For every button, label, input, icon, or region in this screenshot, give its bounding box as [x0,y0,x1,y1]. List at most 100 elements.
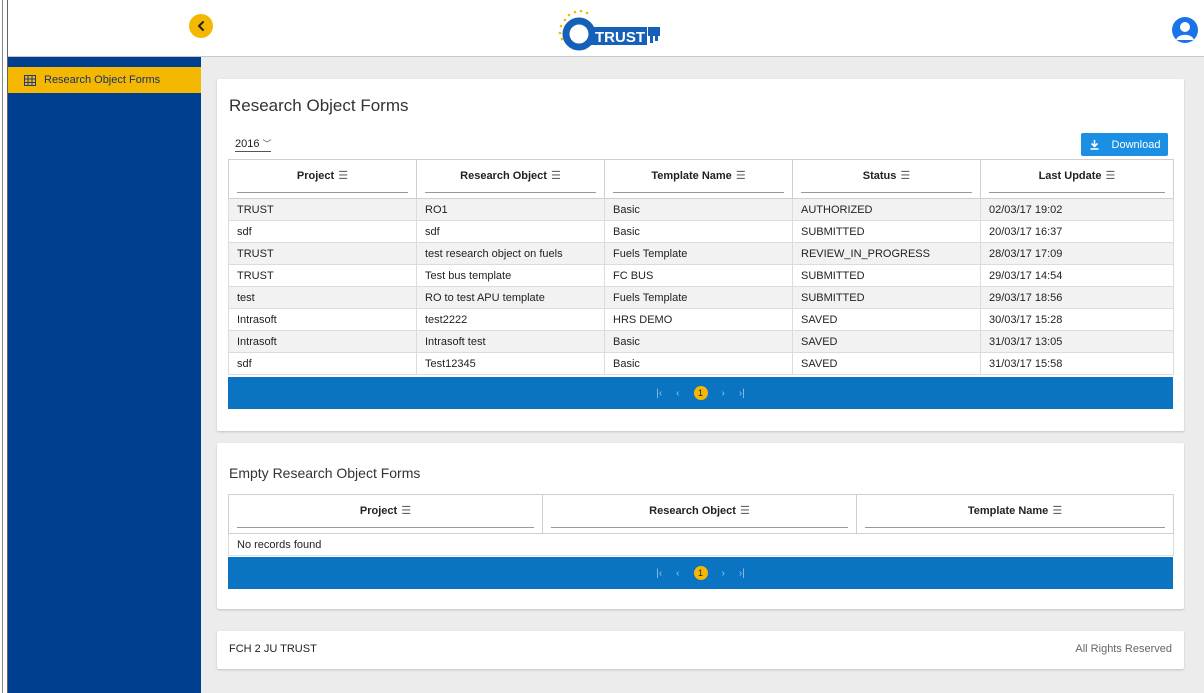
table-row[interactable]: TRUST Test bus template FC BUS SUBMITTED… [228,264,1174,287]
cell-project: Intrasoft [228,330,417,353]
cell-status: SUBMITTED [792,286,981,309]
sort-icon[interactable]: ☰ [1052,504,1062,517]
sidebar: Research Object Forms [8,57,201,693]
cell-research-object: test2222 [416,308,605,331]
grid-icon [24,74,36,86]
cell-research-object: sdf [416,220,605,243]
table-row-empty: No records found [228,533,1174,556]
sort-icon[interactable]: ☰ [740,504,750,517]
table-row[interactable]: test RO to test APU template Fuels Templ… [228,286,1174,309]
next-page-button[interactable]: › [722,568,725,579]
column-header-label: Project [359,504,398,517]
sort-icon[interactable]: ☰ [401,504,411,517]
cell-template-name: Basic [604,220,793,243]
research-object-forms-card: Research Object Forms 2016 ﹀ Download Pr… [217,79,1184,431]
window-left-border [0,0,8,693]
column-header-status[interactable]: Status ☰ [792,159,981,199]
cell-research-object: Test12345 [416,352,605,375]
table-row[interactable]: sdf sdf Basic SUBMITTED 20/03/17 16:37 [228,220,1174,243]
table-header-row: Project ☰ Research Object ☰ Template Name ☰ [228,494,1174,534]
column-header-label: Last Update [1038,169,1102,182]
sort-icon[interactable]: ☰ [1106,169,1116,182]
cell-project: Intrasoft [228,308,417,331]
cell-last-update: 29/03/17 14:54 [980,264,1174,287]
sort-icon[interactable]: ☰ [900,169,910,182]
footer-right-text: All Rights Reserved [1075,643,1172,655]
cell-status: SAVED [792,352,981,375]
table-row[interactable]: Intrasoft test2222 HRS DEMO SAVED 30/03/… [228,308,1174,331]
cell-template-name: Fuels Template [604,286,793,309]
table-header-row: Project ☰ Research Object ☰ Template Name ☰… [228,159,1174,199]
cell-last-update: 31/03/17 15:58 [980,352,1174,375]
sidebar-item-label: Research Object Forms [44,74,161,86]
forms-paginator: |‹ ‹ 1 › ›| [228,377,1173,409]
column-filter-input[interactable] [989,192,1165,193]
trust-logo: TRUST [553,6,673,52]
sort-icon[interactable]: ☰ [551,169,561,182]
column-header-label: Research Object [649,504,736,517]
column-header-label: Template Name [967,504,1049,517]
logo-text: TRUST [595,29,645,46]
cell-last-update: 02/03/17 19:02 [980,198,1174,221]
column-filter-input[interactable] [865,527,1165,528]
cell-project: TRUST [228,198,417,221]
sidebar-collapse-button[interactable] [189,14,213,38]
chevron-left-icon [198,21,204,31]
first-page-button[interactable]: |‹ [656,568,662,579]
empty-forms-paginator: |‹ ‹ 1 › ›| [228,557,1173,589]
column-filter-input[interactable] [425,192,596,193]
column-header-research-object[interactable]: Research Object ☰ [542,494,857,534]
table-row[interactable]: sdf Test12345 Basic SAVED 31/03/17 15:58 [228,352,1174,375]
column-header-research-object[interactable]: Research Object ☰ [416,159,605,199]
sort-icon[interactable]: ☰ [736,169,746,182]
table-row[interactable]: TRUST test research object on fuels Fuel… [228,242,1174,265]
footer: FCH 2 JU TRUST All Rights Reserved [217,631,1184,669]
cell-project: TRUST [228,242,417,265]
table-row[interactable]: TRUST RO1 Basic AUTHORIZED 02/03/17 19:0… [228,198,1174,221]
column-header-project[interactable]: Project ☰ [228,159,417,199]
sort-icon[interactable]: ☰ [338,169,348,182]
prev-page-button[interactable]: ‹ [676,568,679,579]
column-filter-input[interactable] [613,192,784,193]
cell-research-object: Test bus template [416,264,605,287]
column-filter-input[interactable] [801,192,972,193]
cell-template-name: Basic [604,198,793,221]
user-avatar-icon[interactable] [1172,17,1198,43]
cell-last-update: 28/03/17 17:09 [980,242,1174,265]
column-header-project[interactable]: Project ☰ [228,494,543,534]
page-number-button[interactable]: 1 [693,566,708,580]
column-header-label: Research Object [460,169,547,182]
cell-status: SUBMITTED [792,220,981,243]
cell-last-update: 29/03/17 18:56 [980,286,1174,309]
prev-page-button[interactable]: ‹ [676,388,679,399]
empty-message: No records found [228,533,1174,556]
last-page-button[interactable]: ›| [739,388,745,399]
top-bar: TRUST [8,0,1204,57]
column-header-template-name[interactable]: Template Name ☰ [604,159,793,199]
first-page-button[interactable]: |‹ [656,388,662,399]
cell-status: SUBMITTED [792,264,981,287]
sidebar-item-research-object-forms[interactable]: Research Object Forms [8,67,201,93]
forms-table: Project ☰ Research Object ☰ Template Name ☰… [228,159,1174,375]
column-header-template-name[interactable]: Template Name ☰ [856,494,1174,534]
cell-status: REVIEW_IN_PROGRESS [792,242,981,265]
cell-last-update: 31/03/17 13:05 [980,330,1174,353]
column-filter-input[interactable] [237,527,534,528]
next-page-button[interactable]: › [722,388,725,399]
year-select[interactable]: 2016 ﹀ [235,136,272,152]
cell-research-object: RO1 [416,198,605,221]
table-row[interactable]: Intrasoft Intrasoft test Basic SAVED 31/… [228,330,1174,353]
cell-template-name: Basic [604,352,793,375]
column-filter-input[interactable] [551,527,848,528]
cell-last-update: 20/03/17 16:37 [980,220,1174,243]
cell-last-update: 30/03/17 15:28 [980,308,1174,331]
cell-template-name: HRS DEMO [604,308,793,331]
last-page-button[interactable]: ›| [739,568,745,579]
cell-status: SAVED [792,308,981,331]
download-button[interactable]: Download [1081,133,1168,156]
column-header-last-update[interactable]: Last Update ☰ [980,159,1174,199]
empty-research-object-forms-card: Empty Research Object Forms Project ☰ Res… [217,443,1184,609]
page-number-button[interactable]: 1 [693,386,708,400]
column-filter-input[interactable] [237,192,408,193]
cell-template-name: FC BUS [604,264,793,287]
